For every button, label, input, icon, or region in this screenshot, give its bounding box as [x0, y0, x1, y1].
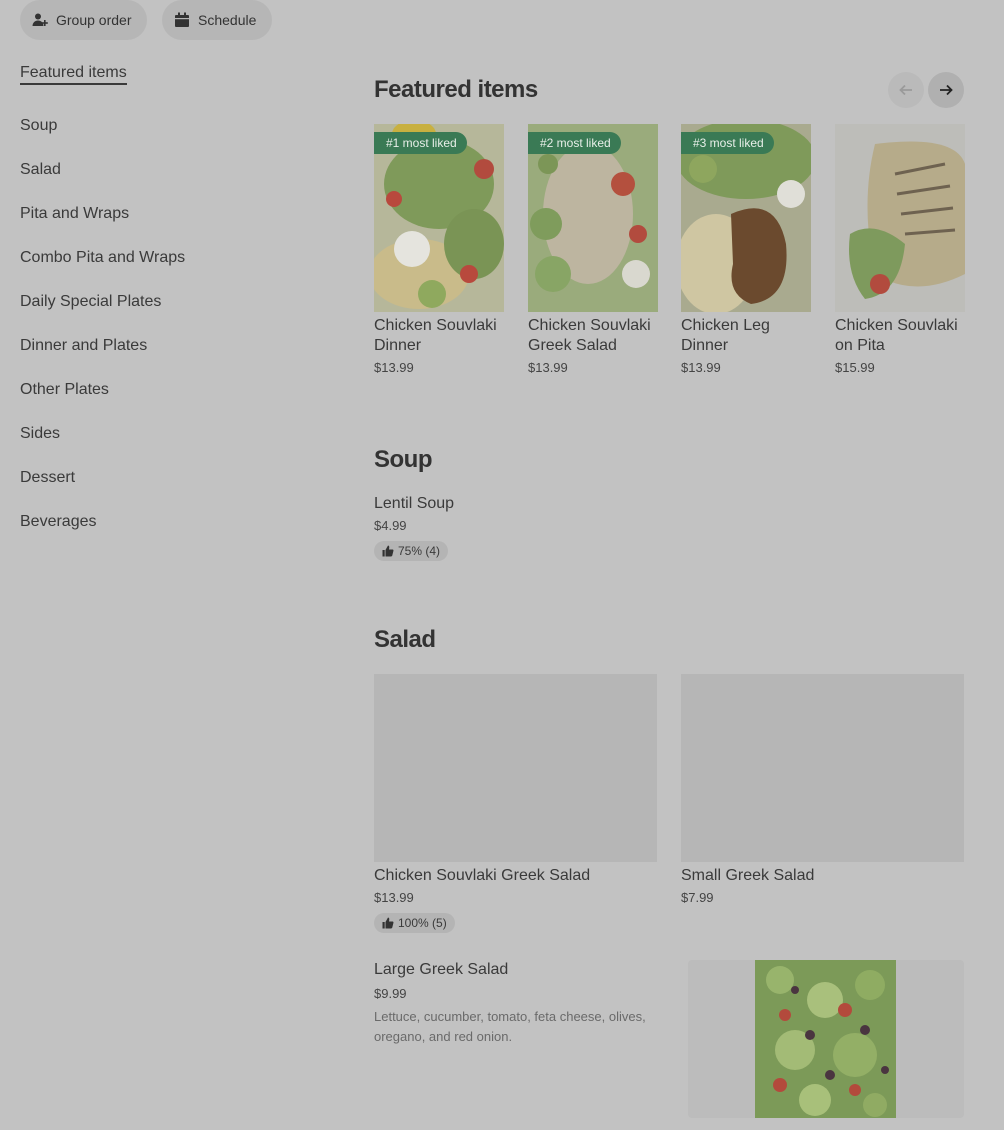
- sidebar-item-dinner-and-plates[interactable]: Dinner and Plates: [20, 324, 320, 368]
- sidebar-item-label: Other Plates: [20, 381, 109, 398]
- sidebar-item-label: Combo Pita and Wraps: [20, 249, 186, 266]
- schedule-button[interactable]: Schedule: [162, 0, 273, 40]
- item-name: Lentil Soup: [374, 495, 455, 512]
- sidebar-item-label: Soup: [20, 117, 58, 134]
- featured-item-card[interactable]: #1 most liked Chicken Souvlaki Dinner $1…: [374, 124, 504, 375]
- item-image-placeholder: [374, 674, 657, 862]
- item-name: Chicken Souvlaki Dinner: [374, 317, 497, 354]
- sidebar-item-soup[interactable]: Soup: [20, 104, 320, 148]
- rating-text: 75% (4): [398, 544, 441, 558]
- sidebar-item-dessert[interactable]: Dessert: [20, 456, 320, 500]
- sidebar-item-label: Salad: [20, 161, 61, 178]
- sidebar-item-label: Dinner and Plates: [20, 337, 148, 354]
- sidebar-item-salad[interactable]: Salad: [20, 148, 320, 192]
- item-price: $13.99: [681, 360, 721, 375]
- sidebar-item-label: Dessert: [20, 469, 76, 486]
- add-person-icon: [32, 13, 48, 26]
- item-price: $15.99: [835, 360, 875, 375]
- sidebar-item-beverages[interactable]: Beverages: [20, 500, 320, 544]
- sidebar-item-sides[interactable]: Sides: [20, 412, 320, 456]
- item-name: Small Greek Salad: [681, 867, 815, 884]
- item-price: $9.99: [374, 986, 407, 1001]
- menu-item-card[interactable]: Lentil Soup $4.99 75% (4): [374, 494, 454, 562]
- item-name: Chicken Souvlaki on Pita: [835, 317, 958, 354]
- arrow-left-icon: [899, 84, 912, 96]
- item-price: $4.99: [374, 518, 407, 533]
- featured-item-card[interactable]: #3 most liked Chicken Leg Dinner $13.99: [681, 124, 811, 375]
- sidebar-item-label: Daily Special Plates: [20, 293, 162, 310]
- most-liked-badge: #2 most liked: [528, 132, 621, 154]
- featured-section-title: Featured items: [374, 76, 538, 103]
- group-order-button[interactable]: Group order: [20, 0, 148, 40]
- sidebar-item-label: Pita and Wraps: [20, 205, 130, 222]
- rating-text: 100% (5): [398, 916, 447, 930]
- soup-section-title: Soup: [374, 446, 433, 473]
- menu-item-card[interactable]: Small Greek Salad $7.99: [681, 674, 964, 905]
- item-price: $13.99: [374, 360, 414, 375]
- item-name: Chicken Leg Dinner: [681, 317, 770, 354]
- thumbs-up-icon: [382, 545, 394, 557]
- sidebar-item-combo-pita-and-wraps[interactable]: Combo Pita and Wraps: [20, 236, 320, 280]
- item-image-frame: [688, 960, 964, 1118]
- carousel-prev-button[interactable]: [888, 72, 924, 108]
- sidebar-item-pita-and-wraps[interactable]: Pita and Wraps: [20, 192, 320, 236]
- sidebar-item-daily-special-plates[interactable]: Daily Special Plates: [20, 280, 320, 324]
- menu-item-card[interactable]: Chicken Souvlaki Greek Salad $13.99 100%…: [374, 674, 657, 934]
- item-name: Large Greek Salad: [374, 961, 509, 978]
- salad-section-title: Salad: [374, 626, 436, 653]
- item-name: Chicken Souvlaki Greek Salad: [528, 317, 651, 354]
- sidebar-item-other-plates[interactable]: Other Plates: [20, 368, 320, 412]
- item-price: $7.99: [681, 890, 714, 905]
- sidebar-item-label: Beverages: [20, 513, 97, 530]
- rating-badge: 75% (4): [374, 541, 449, 561]
- rating-badge: 100% (5): [374, 913, 455, 933]
- sidebar-item-label: Featured items: [20, 64, 127, 85]
- item-price: $13.99: [528, 360, 568, 375]
- carousel-next-button[interactable]: [928, 72, 964, 108]
- featured-item-card[interactable]: Chicken Souvlaki on Pita $15.99: [835, 124, 965, 375]
- sidebar-item-label: Sides: [20, 425, 61, 442]
- item-name: Chicken Souvlaki Greek Salad: [374, 867, 591, 884]
- group-order-label: Group order: [56, 12, 132, 28]
- item-image-placeholder: [681, 674, 964, 862]
- thumbs-up-icon: [382, 917, 394, 929]
- featured-item-card[interactable]: #2 most liked Chicken Souvlaki Greek Sal…: [528, 124, 658, 375]
- arrow-right-icon: [940, 84, 953, 96]
- most-liked-badge: #1 most liked: [374, 132, 467, 154]
- schedule-label: Schedule: [198, 12, 257, 28]
- item-description: Lettuce, cucumber, tomato, feta cheese, …: [374, 1009, 646, 1044]
- salad-photo: [755, 960, 896, 1118]
- item-price: $13.99: [374, 890, 414, 905]
- category-sidebar: Featured items Soup Salad Pita and Wraps…: [20, 60, 320, 544]
- most-liked-badge: #3 most liked: [681, 132, 774, 154]
- calendar-icon: [175, 12, 189, 27]
- food-photo: [835, 124, 965, 312]
- sidebar-item-featured-items[interactable]: Featured items: [20, 60, 320, 88]
- menu-item-card[interactable]: Large Greek Salad $9.99 Lettuce, cucumbe…: [374, 960, 964, 1118]
